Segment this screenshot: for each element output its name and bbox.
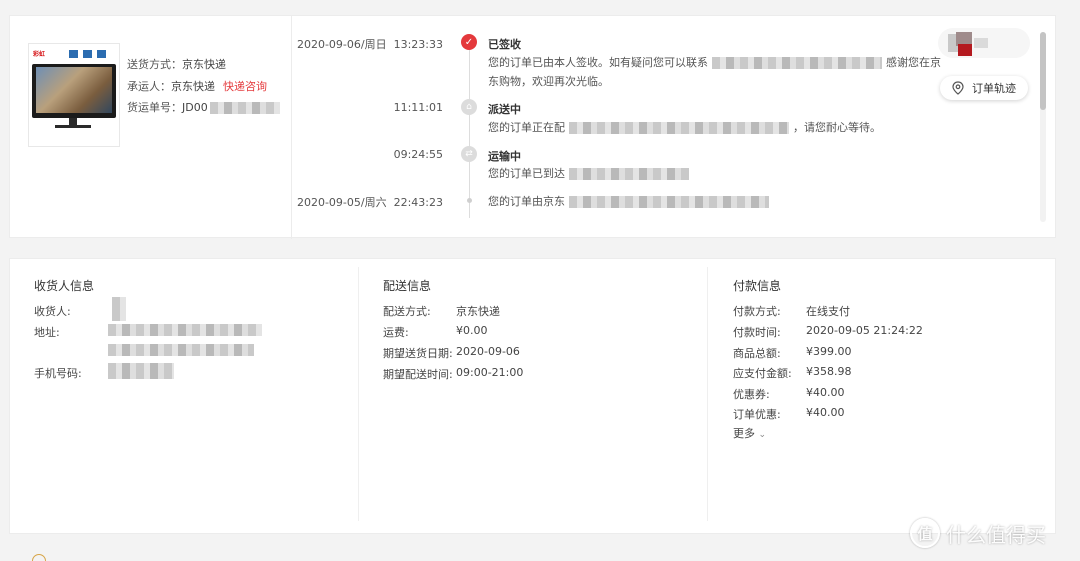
order-details-card: 收货人信息 收货人: 地址: 手机号码: 配送信息 配送方式: 京东快递 运费: ¥… [9, 258, 1056, 534]
order-tracking-card: 彩虹 送货方式：京东快递 承运人：京东快递 快递咨询 货运单号：JD00 2020… [9, 15, 1056, 239]
delivery-row: 运费: ¥0.00 [383, 324, 488, 339]
divider [707, 267, 708, 521]
location-pin-icon [952, 81, 964, 95]
shipping-method-value: 京东快递 [182, 58, 226, 71]
redacted-phone [108, 363, 174, 379]
product-thumbnail[interactable]: 彩虹 [28, 43, 120, 147]
redacted-address-line2 [108, 344, 254, 356]
receiver-name-label: 收货人: [34, 305, 71, 318]
product-badges [69, 48, 119, 60]
timeline-timestamp: 2020-09-06/周日 13:23:33 [293, 36, 443, 52]
redacted-text [712, 57, 882, 69]
payment-info-section: 付款信息 付款方式: 在线支付 付款时间: 2020-09-05 21:24:22 … [733, 259, 1033, 535]
redacted-tracking-number [209, 102, 280, 114]
carrier-value: 京东快递 [171, 79, 215, 93]
timeline-description: 您的订单已到达 [488, 164, 693, 183]
tracking-number-row: 货运单号：JD00 [127, 97, 280, 119]
delivery-info-section: 配送信息 配送方式: 京东快递 运费: ¥0.00 期望送货日期: 2020-09-0… [383, 259, 703, 535]
redacted-text [569, 122, 789, 134]
brand-logo: 彩虹 [33, 51, 46, 58]
receiver-address-row: 地址: [34, 324, 262, 356]
order-track-button[interactable]: 订单轨迹 [940, 76, 1028, 100]
watermark-logo-icon: 值 [910, 518, 940, 548]
chevron-down-icon: ⌄ [758, 430, 767, 440]
timeline-description: 您的订单已由本人签收。如有疑问您可以联系 感谢您在京 东购物，欢迎再次光临。 [488, 56, 941, 88]
carrier-row: 承运人：京东快递 快递咨询 [127, 76, 280, 98]
truck-icon: ⇄ [461, 146, 477, 162]
timeline-time: 09:24:55 [393, 148, 443, 161]
delivery-row: 配送方式: 京东快递 [383, 305, 500, 318]
delivery-row: 期望送货日期: 2020-09-06 [383, 345, 520, 360]
receiver-address-label: 地址: [34, 326, 60, 339]
info-icon [32, 554, 46, 561]
redacted-text [569, 196, 769, 208]
shipping-method-label: 送货方式： [127, 58, 182, 71]
check-icon: ✓ [461, 34, 477, 50]
watermark-text: 什么值得买 [946, 522, 1046, 547]
receiver-name-row: 收货人: [34, 297, 126, 321]
order-track-label: 订单轨迹 [972, 82, 1016, 95]
tracking-number-label: 货运单号： [127, 101, 182, 114]
payment-row: 商品总额: ¥399.00 [733, 345, 852, 360]
site-watermark: 值 什么值得买 [910, 518, 1046, 548]
timeline-status: 运输中 [488, 150, 521, 163]
timeline-date: 2020-09-06/周日 [296, 38, 387, 51]
receiver-info-section: 收货人信息 收货人: 地址: 手机号码: [34, 259, 354, 535]
courier-inquiry-link[interactable]: 快递咨询 [223, 80, 267, 93]
redacted-text [569, 168, 689, 180]
timeline-time: 13:23:33 [393, 38, 443, 51]
payment-row: 优惠券: ¥40.00 [733, 386, 845, 401]
carrier-label: 承运人： [127, 79, 171, 93]
timeline-scrollbar-thumb[interactable] [1040, 32, 1046, 110]
timeline-status: 已签收 [488, 38, 521, 51]
receiver-phone-label: 手机号码: [34, 367, 82, 380]
more-toggle[interactable]: 更多 ⌄ [733, 425, 766, 441]
timeline-line [469, 46, 470, 218]
timeline-time: 22:43:23 [393, 196, 443, 209]
redacted-address [108, 324, 262, 336]
more-label: 更多 [733, 427, 755, 440]
timeline-dot [467, 198, 472, 203]
timeline-time: 11:11:01 [393, 101, 443, 114]
delivery-person-icon: ⌂ [461, 99, 477, 115]
timeline-description: 您的订单正在配 ，请您耐心等待。 [488, 121, 881, 134]
section-title: 配送信息 [383, 279, 432, 293]
avatar[interactable] [938, 28, 1030, 58]
shipping-method-row: 送货方式：京东快递 [127, 54, 280, 76]
payment-row: 应支付金额: ¥358.98 [733, 365, 852, 380]
timeline-date: 2020-09-05/周六 [296, 196, 387, 209]
payment-row: 付款时间: 2020-09-05 21:24:22 [733, 324, 923, 339]
timeline-description: 您的订单由京东 [488, 192, 773, 211]
timeline-status: 派送中 [488, 103, 521, 116]
tracking-number-prefix: JD00 [182, 101, 208, 114]
section-title: 收货人信息 [34, 279, 95, 293]
receiver-phone-row: 手机号码: [34, 363, 174, 381]
shipping-info: 送货方式：京东快递 承运人：京东快递 快递咨询 货运单号：JD00 [127, 54, 280, 119]
payment-row: 付款方式: 在线支付 [733, 305, 850, 318]
divider [291, 16, 292, 239]
redacted-name [112, 297, 126, 321]
timeline-timestamp: 2020-09-05/周六 22:43:23 [293, 194, 443, 210]
section-title: 付款信息 [733, 279, 782, 293]
payment-row: 订单优惠: ¥40.00 [733, 406, 845, 421]
divider [358, 267, 359, 521]
delivery-row: 期望配送时间: 09:00-21:00 [383, 366, 524, 381]
monitor-image [32, 64, 116, 118]
